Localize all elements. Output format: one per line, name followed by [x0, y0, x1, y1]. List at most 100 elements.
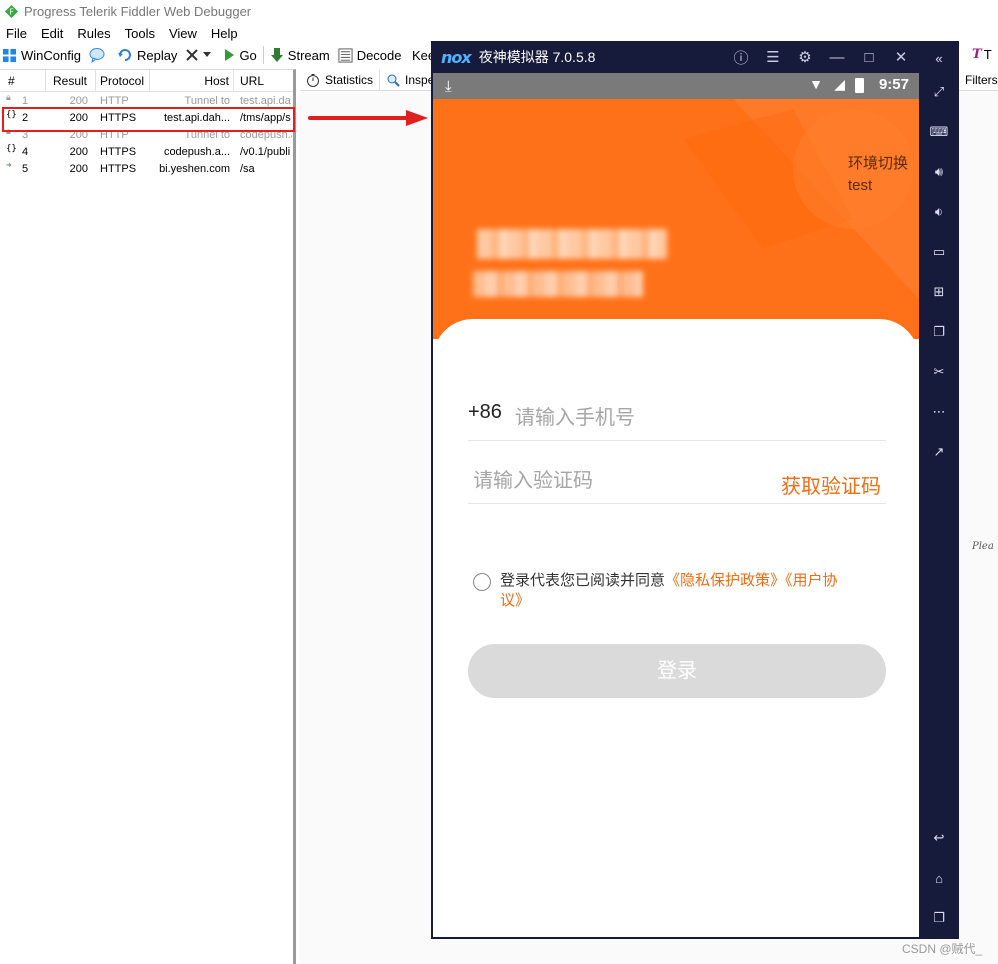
android-screen: ⤓ ▼ ◢ 9:57 环境切换 test +86 请输入手机号 请输入验证码 获… — [433, 73, 919, 937]
fullscreen-icon[interactable]: ⤢ — [919, 77, 959, 107]
arrow-right-icon: ➜ — [6, 161, 12, 171]
multi-instance-icon[interactable]: ❐ — [919, 317, 959, 347]
volume-down-icon[interactable]: 🔉︎ — [919, 197, 959, 227]
col-result[interactable]: Result — [46, 69, 96, 92]
close-icon[interactable]: ✕ — [885, 48, 917, 66]
comment-button[interactable] — [89, 47, 109, 63]
country-code[interactable]: +86 — [468, 401, 502, 424]
agree-checkbox[interactable] — [473, 573, 491, 591]
gear-icon[interactable]: ⚙ — [789, 48, 821, 66]
decode-button[interactable]: Decode — [338, 48, 402, 63]
sessions-list[interactable]: # Result Protocol Host URL 🔒︎ 1 200 HTTP… — [0, 69, 296, 964]
blurred-subtitle-text — [473, 271, 643, 297]
back-icon[interactable]: ↩ — [919, 823, 959, 853]
go-button[interactable]: Go — [223, 47, 257, 63]
nox-window-controls: ⓘ ☰ ⚙ — □ ✕ — [725, 41, 917, 73]
col-host[interactable]: Host — [150, 69, 234, 92]
install-apk-icon[interactable]: ⊞ — [919, 277, 959, 307]
winconfig-button[interactable]: WinConfig — [2, 48, 81, 63]
collapse-sidebar-icon[interactable]: « — [919, 43, 959, 73]
fiddler-title: Progress Telerik Fiddler Web Debugger — [24, 4, 252, 19]
home-icon[interactable]: ⌂ — [919, 863, 959, 893]
maximize-icon[interactable]: □ — [853, 49, 885, 66]
menu-tools[interactable]: Tools — [125, 26, 155, 41]
nox-title: 夜神模拟器 7.0.5.8 — [478, 49, 596, 65]
windows-icon — [2, 48, 17, 62]
fiddler-menu-bar: File Edit Rules Tools View Help — [0, 23, 252, 43]
session-row[interactable]: ➜ 5 200 HTTPS bi.yeshen.com /sa — [0, 160, 293, 177]
code-field[interactable]: 请输入验证码 获取验证码 — [468, 442, 886, 504]
help-icon[interactable]: ⓘ — [725, 47, 757, 68]
scissors-icon[interactable]: ✂ — [919, 357, 959, 387]
replay-label: Replay — [136, 47, 178, 63]
go-label: Go — [239, 47, 257, 63]
textwizard-label: T — [983, 47, 992, 62]
text-wizard-icon: T — [972, 47, 982, 62]
phone-field[interactable]: +86 请输入手机号 — [468, 379, 886, 441]
session-host: Tunnel to — [184, 94, 230, 107]
session-result: 200 — [69, 162, 88, 175]
menu-rules[interactable]: Rules — [77, 26, 110, 41]
hamburger-menu-icon[interactable]: ☰ — [757, 48, 789, 66]
session-protocol: HTTPS — [100, 162, 137, 175]
banner-decoration — [683, 99, 919, 299]
play-icon — [225, 49, 235, 61]
remove-button[interactable] — [185, 48, 215, 62]
col-protocol[interactable]: Protocol — [96, 69, 150, 92]
menu-help[interactable]: Help — [211, 26, 238, 41]
chevron-down-icon — [203, 52, 212, 57]
login-button[interactable]: 登录 — [468, 644, 886, 698]
menu-view[interactable]: View — [169, 26, 197, 41]
session-host: bi.yeshen.com — [159, 162, 230, 175]
decode-icon — [338, 47, 353, 63]
more-icon[interactable]: ⋯ — [919, 397, 959, 427]
col-number[interactable]: # — [0, 69, 46, 92]
toolbar-divider — [262, 46, 264, 64]
fiddler-title-bar: F Progress Telerik Fiddler Web Debugger — [0, 0, 998, 23]
session-url: test.api.da — [240, 94, 291, 107]
recent-apps-icon[interactable]: ❐ — [919, 903, 959, 933]
inspector-hint-text: Plea — [972, 541, 994, 552]
screen-icon[interactable]: ▭ — [919, 237, 959, 267]
login-header-banner: 环境切换 test — [433, 99, 919, 339]
get-code-button[interactable]: 获取验证码 — [781, 470, 881, 499]
tab-statistics-label: Statistics — [325, 72, 374, 87]
minimize-icon[interactable]: — — [821, 49, 853, 66]
textwizard-button[interactable]: T T — [972, 47, 992, 62]
privacy-policy-link[interactable]: 《隐私保护政策》 — [665, 572, 785, 589]
menu-edit[interactable]: Edit — [41, 26, 63, 41]
json-icon: {} — [6, 144, 17, 154]
keyboard-icon[interactable]: ⌨ — [919, 117, 959, 147]
stream-label: Stream — [287, 47, 330, 63]
status-time: 9:57 — [878, 76, 909, 93]
lock-icon: 🔒︎ — [6, 93, 11, 103]
nox-logo: nox — [441, 47, 472, 67]
stream-button[interactable]: Stream — [270, 47, 330, 63]
session-url: /sa — [240, 162, 255, 175]
env-switch[interactable]: 环境切换 test — [848, 153, 908, 197]
agreement-prefix: 登录代表您已阅读并同意 — [500, 572, 666, 589]
user-agreement-link[interactable]: 《用户协 — [785, 572, 838, 589]
stopwatch-icon — [307, 73, 319, 87]
decode-label: Decode — [356, 47, 402, 63]
menu-file[interactable]: File — [6, 26, 27, 41]
agreement-text: 登录代表您已阅读并同意《隐私保护政策》《用户协议》 — [500, 571, 838, 611]
session-row[interactable]: {} 4 200 HTTPS codepush.a... /v0.1/publi — [0, 143, 293, 160]
nox-sidebar: « ⤢ ⌨ 🔊︎ 🔉︎ ▭ ⊞ ❐ ✂ ⋯ ↗ ↩ ⌂ ❐ — [919, 41, 959, 939]
share-icon[interactable]: ↗ — [919, 437, 959, 467]
phone-input[interactable]: 请输入手机号 — [515, 401, 635, 430]
volume-up-icon[interactable]: 🔊︎ — [919, 157, 959, 187]
speech-bubble-icon — [89, 48, 105, 63]
tab-statistics[interactable]: Statistics — [300, 68, 381, 91]
code-input[interactable]: 请输入验证码 — [473, 464, 593, 493]
col-url[interactable]: URL — [234, 70, 292, 92]
replay-icon — [117, 49, 131, 61]
tab-filters[interactable]: Filters — [958, 69, 998, 91]
session-host: codepush.a... — [163, 145, 230, 158]
session-url: /v0.1/publi — [240, 145, 291, 158]
nox-emulator-window: nox 夜神模拟器 7.0.5.8 ⓘ ☰ ⚙ — □ ✕ « ⤢ ⌨ 🔊︎ 🔉… — [431, 41, 959, 939]
user-agreement-link-cont[interactable]: 议》 — [500, 592, 530, 609]
winconfig-label: WinConfig — [21, 47, 81, 63]
csdn-watermark: CSDN @贼代_ — [902, 942, 983, 956]
replay-button[interactable]: Replay — [117, 47, 177, 63]
